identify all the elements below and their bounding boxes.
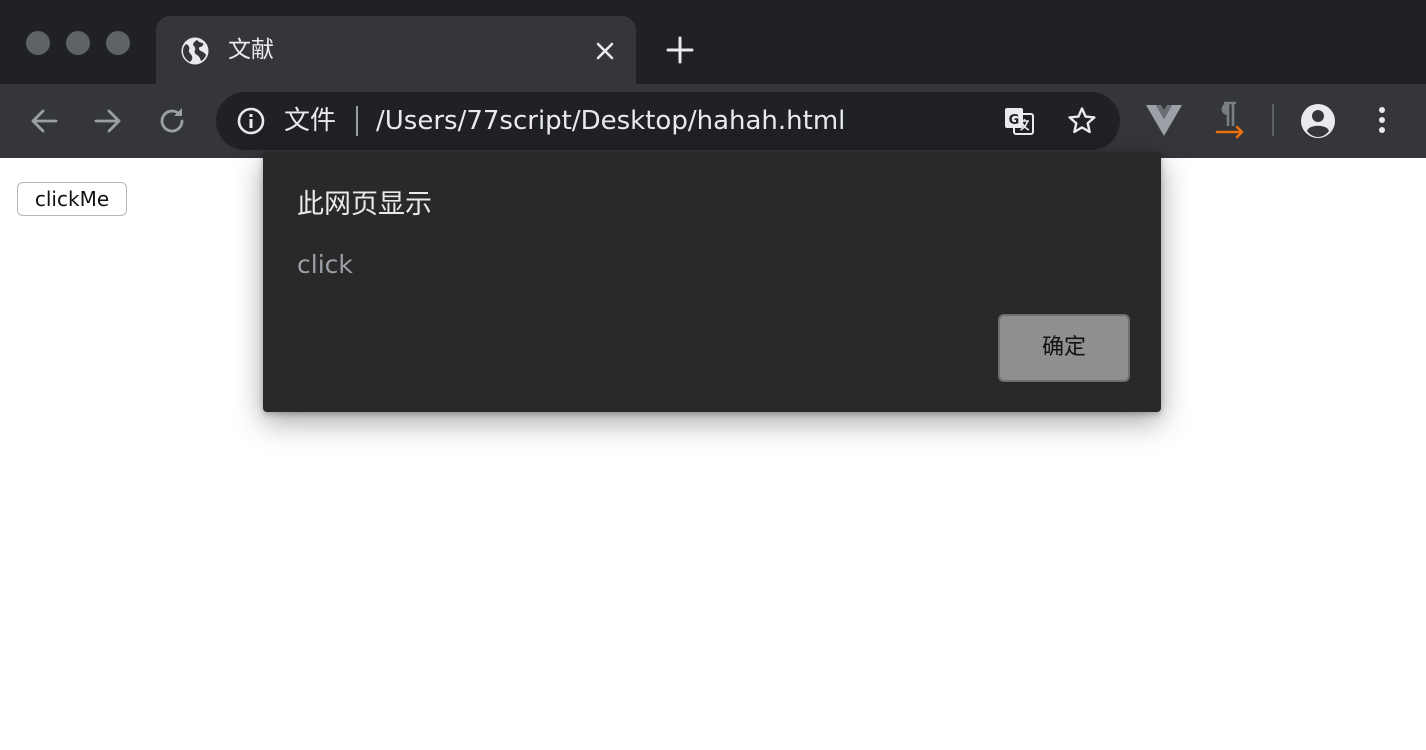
omnibox-divider xyxy=(356,106,358,136)
star-icon[interactable] xyxy=(1066,105,1098,137)
reload-icon[interactable] xyxy=(154,103,190,139)
dialog-message: click xyxy=(297,250,353,279)
toolbar: 文件 /Users/77script/Desktop/hahah.html G xyxy=(0,84,1426,158)
info-icon[interactable] xyxy=(236,106,266,136)
tab-strip: 文献 xyxy=(0,0,1426,84)
globe-icon xyxy=(181,37,209,65)
arrow-left-icon[interactable] xyxy=(26,103,62,139)
tab-title: 文献 xyxy=(228,37,274,63)
svg-text:G: G xyxy=(1009,113,1020,128)
close-window-button[interactable] xyxy=(26,31,50,55)
arrow-right-icon[interactable] xyxy=(90,103,126,139)
maximize-window-button[interactable] xyxy=(106,31,130,55)
click-me-button[interactable]: clickMe xyxy=(17,182,127,216)
translate-icon[interactable]: G xyxy=(1002,104,1036,138)
address-bar[interactable]: 文件 /Users/77script/Desktop/hahah.html G xyxy=(216,92,1120,150)
profile-icon[interactable] xyxy=(1298,101,1338,141)
minimize-window-button[interactable] xyxy=(66,31,90,55)
close-icon[interactable] xyxy=(592,38,618,64)
active-tab[interactable]: 文献 xyxy=(156,16,636,84)
kebab-menu-icon[interactable] xyxy=(1364,102,1400,138)
vue-devtools-icon[interactable] xyxy=(1144,102,1184,138)
pilcrow-icon[interactable] xyxy=(1210,100,1250,140)
scheme-label: 文件 xyxy=(284,106,337,136)
ok-button[interactable]: 确定 xyxy=(998,314,1130,382)
toolbar-separator xyxy=(1272,104,1274,136)
url-text[interactable]: /Users/77script/Desktop/hahah.html xyxy=(376,104,845,138)
dialog-title: 此网页显示 xyxy=(297,189,432,220)
alert-dialog: 此网页显示 click 确定 xyxy=(263,152,1161,412)
plus-icon[interactable] xyxy=(664,34,696,66)
browser-window: 文献 文件 /Users/77script/Desktop/hahah.html… xyxy=(0,0,1426,750)
